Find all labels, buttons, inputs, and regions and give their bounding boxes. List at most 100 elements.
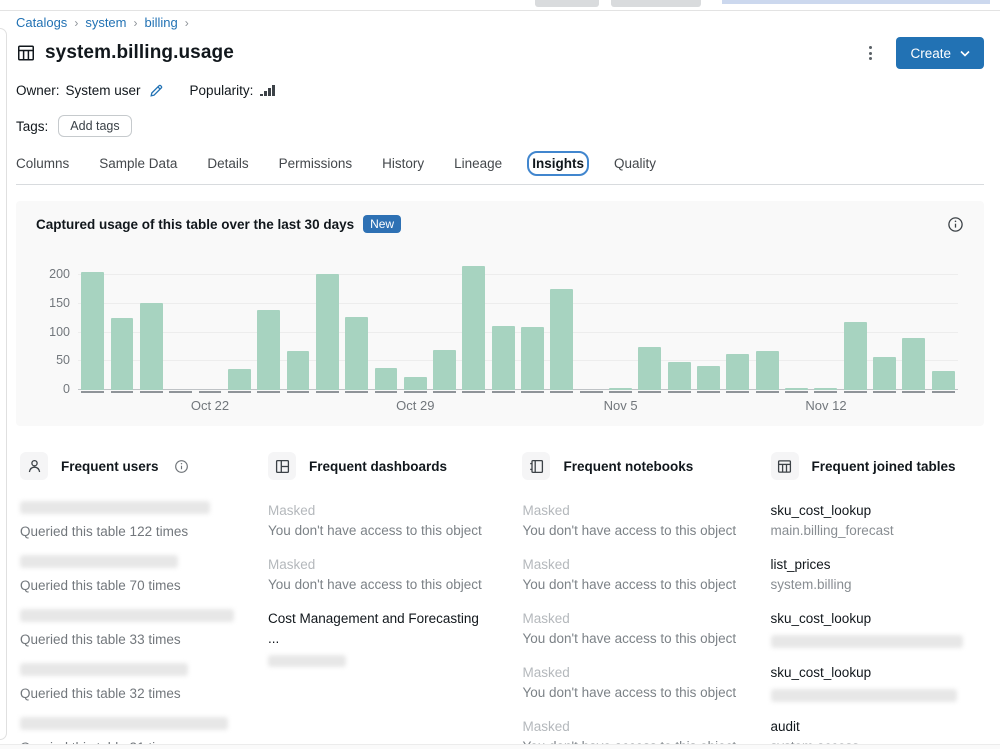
x-tick: [723, 390, 752, 393]
kebab-menu-icon[interactable]: [863, 42, 878, 64]
info-icon[interactable]: [947, 216, 964, 233]
redacted-schema: [771, 689, 957, 702]
frequent-sections: Frequent usersQueried this table 122 tim…: [20, 452, 980, 749]
redacted-detail: [268, 655, 346, 667]
bar-slot: [547, 260, 576, 390]
y-axis-label: 150: [36, 296, 70, 310]
bar-slot: [225, 260, 254, 390]
usage-bar[interactable]: [111, 318, 134, 390]
tab-details[interactable]: Details: [207, 156, 248, 171]
tab-permissions[interactable]: Permissions: [279, 156, 353, 171]
bar-slot: [518, 260, 547, 390]
bar-slot: [137, 260, 166, 390]
usage-bar[interactable]: [638, 347, 661, 390]
usage-bar[interactable]: [404, 377, 427, 390]
y-axis-label: 200: [36, 267, 70, 281]
list-item: list_pricessystem.billing: [771, 555, 980, 596]
tab-history[interactable]: History: [382, 156, 424, 171]
tab-columns[interactable]: Columns: [16, 156, 69, 171]
redacted-user-name: [20, 555, 178, 568]
usage-bar[interactable]: [375, 368, 398, 390]
x-axis-label: Nov 5: [604, 398, 638, 413]
usage-bar[interactable]: [844, 322, 867, 390]
usage-bar[interactable]: [81, 272, 104, 390]
bar-slot: [342, 260, 371, 390]
no-access-text: You don't have access to this object: [522, 521, 740, 541]
usage-bar[interactable]: [902, 338, 925, 390]
edit-owner-pencil-icon[interactable]: [149, 83, 164, 98]
usage-bar[interactable]: [257, 310, 280, 391]
bar-slot: [313, 260, 342, 390]
breadcrumb-separator: ›: [133, 16, 137, 30]
joined-table-name[interactable]: list_prices: [771, 555, 980, 575]
bar-slot: [782, 260, 811, 390]
x-axis-label: Nov 12: [805, 398, 846, 413]
tab-lineage[interactable]: Lineage: [454, 156, 502, 171]
breadcrumb-system[interactable]: system: [85, 15, 126, 30]
usage-bar[interactable]: [316, 274, 339, 390]
x-tick: [899, 390, 928, 393]
bars-row: [78, 260, 958, 390]
frequent-notebooks-title: Frequent notebooks: [563, 459, 693, 474]
x-tick: [782, 390, 811, 393]
joined-table-name[interactable]: audit: [771, 717, 980, 737]
usage-bar[interactable]: [433, 350, 456, 390]
x-tick: [665, 390, 694, 393]
usage-bar[interactable]: [697, 366, 720, 390]
usage-bar[interactable]: [726, 354, 749, 390]
create-button[interactable]: Create: [896, 37, 984, 69]
x-tick: [371, 390, 400, 393]
y-axis-label: 50: [36, 353, 70, 367]
add-tags-button[interactable]: Add tags: [58, 115, 131, 137]
page-title: system.billing.usage: [45, 42, 234, 64]
notebook-icon: [522, 452, 550, 480]
bar-slot: [459, 260, 488, 390]
x-tick: [547, 390, 576, 393]
new-badge: New: [363, 215, 401, 233]
no-access-text: You don't have access to this object: [522, 683, 740, 703]
x-tick: [78, 390, 107, 393]
usage-bar[interactable]: [814, 388, 837, 390]
usage-bar[interactable]: [345, 317, 368, 390]
dashboard-name[interactable]: Cost Management and Forecasting ...: [268, 609, 492, 649]
usage-bar[interactable]: [287, 351, 310, 390]
tab-insights[interactable]: Insights: [532, 156, 584, 171]
usage-bar[interactable]: [521, 327, 544, 390]
bar-slot: [283, 260, 312, 390]
usage-bar[interactable]: [228, 369, 251, 390]
tab-bar: Columns Sample Data Details Permissions Hist…: [16, 156, 984, 185]
bar-slot: [489, 260, 518, 390]
usage-bar[interactable]: [609, 388, 632, 390]
joined-table-name[interactable]: sku_cost_lookup: [771, 501, 980, 521]
breadcrumb-billing[interactable]: billing: [144, 15, 177, 30]
bar-slot: [401, 260, 430, 390]
usage-bar[interactable]: [873, 357, 896, 390]
usage-bar[interactable]: [785, 388, 808, 390]
tab-quality[interactable]: Quality: [614, 156, 656, 171]
bar-slot: [694, 260, 723, 390]
usage-bar[interactable]: [756, 351, 779, 390]
bar-slot: [371, 260, 400, 390]
x-tick: [166, 390, 195, 393]
usage-bar[interactable]: [462, 266, 485, 390]
frequent-users-title: Frequent users: [61, 459, 159, 474]
x-tick: [606, 390, 635, 393]
info-icon[interactable]: [174, 459, 189, 474]
bar-slot: [929, 260, 958, 390]
list-item: Queried this table 33 times: [20, 609, 238, 650]
x-tick: [811, 390, 840, 393]
x-tick: [313, 390, 342, 393]
x-tick: [870, 390, 899, 393]
usage-bar[interactable]: [492, 326, 515, 390]
y-axis-label: 100: [36, 325, 70, 339]
breadcrumb-catalogs[interactable]: Catalogs: [16, 15, 67, 30]
joined-table-name[interactable]: sku_cost_lookup: [771, 663, 980, 683]
masked-label: Masked: [522, 717, 740, 737]
usage-bar[interactable]: [668, 362, 691, 390]
joined-table-name[interactable]: sku_cost_lookup: [771, 609, 980, 629]
usage-bar[interactable]: [932, 371, 955, 390]
tab-sample-data[interactable]: Sample Data: [99, 156, 177, 171]
usage-bar[interactable]: [550, 289, 573, 390]
x-axis-label: Oct 29: [396, 398, 434, 413]
usage-bar[interactable]: [140, 303, 163, 390]
